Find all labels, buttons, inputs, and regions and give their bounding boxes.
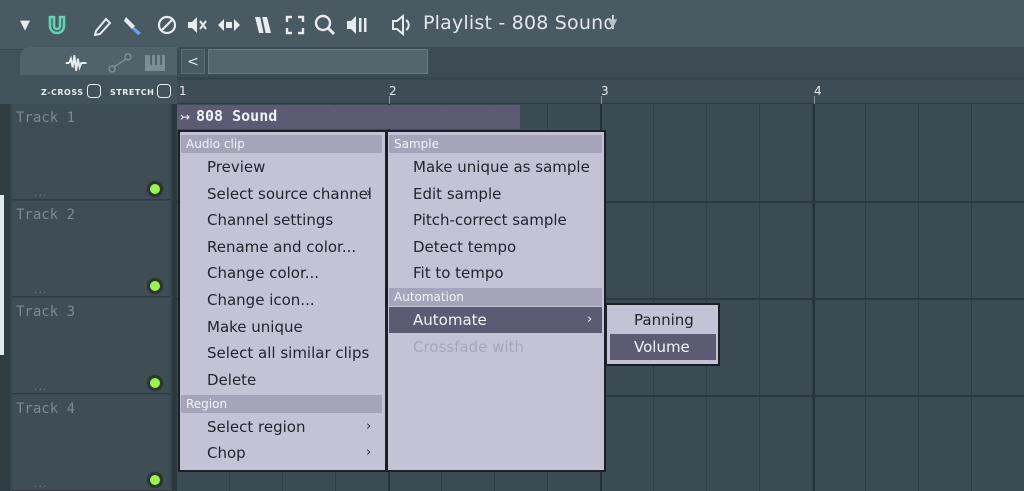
- submenu-arrow-icon: ›: [587, 312, 593, 327]
- zoom-icon[interactable]: [312, 12, 338, 38]
- track-header-separator: [172, 104, 177, 491]
- menu-item-delete[interactable]: Delete: [207, 367, 256, 393]
- menu-item-pitch-correct-sample[interactable]: Pitch-correct sample: [413, 207, 567, 233]
- menu-item-change-icon[interactable]: Change icon...: [207, 287, 315, 313]
- menu-item-preview[interactable]: Preview: [207, 154, 265, 180]
- track-mute-led[interactable]: [148, 279, 162, 293]
- menu-item-chop[interactable]: Chop: [207, 440, 246, 466]
- track-mute-led[interactable]: [148, 182, 162, 196]
- menu-item-make-unique-as-sample[interactable]: Make unique as sample: [413, 154, 590, 180]
- dropdown-arrow-icon[interactable]: ▼: [12, 12, 38, 38]
- menu-item-detect-tempo[interactable]: Detect tempo: [413, 234, 516, 260]
- ruler-bar-3: 3: [601, 84, 609, 98]
- speaker-icon: [389, 12, 415, 38]
- mute-icon[interactable]: [184, 12, 210, 38]
- ruler-bar-2: 2: [389, 84, 397, 98]
- track-name: Track 1: [16, 110, 76, 126]
- menu-section-automation: Automation: [389, 288, 602, 306]
- menu-item-rename-and-color[interactable]: Rename and color...: [207, 234, 356, 260]
- track-name: Track 2: [16, 207, 76, 223]
- playback-icon[interactable]: [344, 12, 370, 38]
- menu-section-region: Region: [181, 395, 382, 413]
- track-dots: ...: [34, 477, 48, 490]
- ruler-tick: [814, 96, 815, 104]
- track-mute-led[interactable]: [148, 376, 162, 390]
- audio-wave-icon[interactable]: [64, 50, 90, 76]
- ruler-tick: [601, 96, 602, 104]
- magnet-icon[interactable]: [44, 12, 70, 38]
- paint-brush-icon[interactable]: [120, 12, 146, 38]
- track-dots: ...: [34, 186, 48, 199]
- menu-item-volume[interactable]: Volume: [610, 334, 716, 360]
- submenu-arrow-icon: ›: [366, 186, 372, 201]
- menu-item-crossfade-with: Crossfade with: [413, 338, 524, 356]
- menu-item-select-all-similar-clips[interactable]: Select all similar clips: [207, 340, 369, 366]
- menu-item-automate[interactable]: Automate: [389, 307, 602, 333]
- menu-item-make-unique[interactable]: Make unique: [207, 314, 303, 340]
- scroll-left-button[interactable]: <: [181, 49, 205, 74]
- automation-icon[interactable]: [107, 50, 133, 76]
- slice-icon[interactable]: [250, 12, 276, 38]
- menu-item-edit-sample[interactable]: Edit sample: [413, 181, 501, 207]
- title-dropdown-icon[interactable]: ▼: [608, 16, 617, 30]
- track-name: Track 3: [16, 304, 76, 320]
- menu-item-select-source-channel[interactable]: Select source channel: [207, 181, 372, 207]
- stretch-checkbox[interactable]: [157, 84, 171, 98]
- menu-section-sample: Sample: [389, 135, 602, 153]
- track-dots: ...: [34, 380, 48, 393]
- clip-title: 808 Sound: [196, 107, 278, 125]
- menu-item-change-color[interactable]: Change color...: [207, 260, 319, 286]
- zcross-label: Z-CROSS: [41, 88, 84, 97]
- pencil-icon[interactable]: [90, 12, 116, 38]
- select-icon[interactable]: [282, 12, 308, 38]
- menu-item-panning[interactable]: Panning: [634, 307, 694, 333]
- track-dots: ...: [34, 283, 48, 296]
- delete-icon[interactable]: [154, 12, 180, 38]
- stretch-label: STRETCH: [110, 88, 155, 97]
- menu-item-channel-settings[interactable]: Channel settings: [207, 207, 333, 233]
- zcross-checkbox[interactable]: [87, 84, 101, 98]
- ruler-tick: [389, 96, 390, 104]
- ruler-bar-1: 1: [179, 84, 187, 98]
- left-edge-highlight: [0, 195, 4, 355]
- piano-roll-icon[interactable]: [142, 50, 168, 76]
- submenu-arrow-icon: ›: [366, 419, 372, 434]
- menu-item-fit-to-tempo[interactable]: Fit to tempo: [413, 260, 504, 286]
- menu-section-audio-clip: Audio clip: [181, 135, 382, 153]
- scroll-thumb[interactable]: [208, 49, 428, 74]
- track-mute-led[interactable]: [148, 473, 162, 487]
- submenu-arrow-icon: ›: [366, 445, 372, 460]
- track-name: Track 4: [16, 401, 76, 417]
- clip-menu-arrow-icon[interactable]: ↣: [180, 110, 190, 124]
- slip-icon[interactable]: [216, 12, 242, 38]
- menu-item-select-region[interactable]: Select region: [207, 414, 305, 440]
- ruler-bar-4: 4: [814, 84, 822, 98]
- playlist-title: Playlist - 808 Sound: [423, 12, 616, 34]
